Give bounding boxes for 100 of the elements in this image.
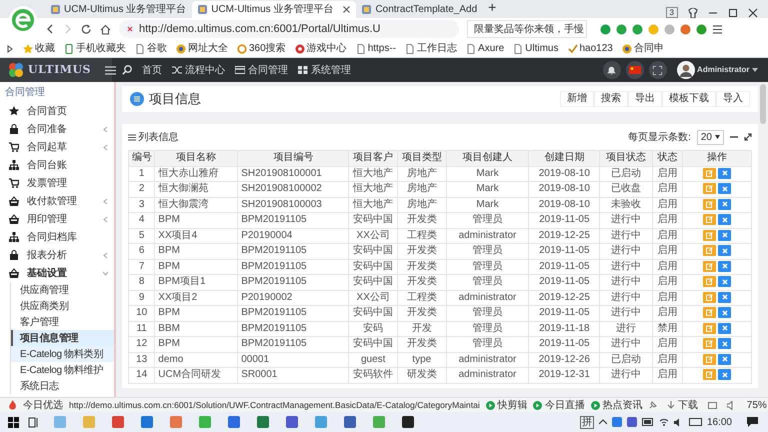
edit-button[interactable] [702,198,716,210]
edit-button[interactable] [702,260,716,272]
submenu-item[interactable]: 供应商类别 [11,298,114,314]
submenu-item[interactable]: 项目信息管理 [11,330,114,346]
edit-button[interactable] [702,338,716,350]
notification-button[interactable] [602,61,621,79]
close-icon[interactable] [343,6,350,13]
extension-icon[interactable] [616,24,627,34]
bookmark-link[interactable]: 工作日志 [405,41,458,56]
task-view-icon[interactable] [28,416,39,428]
page-size-select[interactable]: 20 [696,130,724,144]
extension-icon[interactable] [696,24,707,34]
bookmark-link[interactable]: Axure [466,41,504,56]
expand-icon[interactable] [744,133,752,141]
sidebar-item[interactable]: 合同归档库 [0,228,114,246]
extension-icon[interactable] [600,24,611,34]
menu-icon[interactable] [712,24,723,34]
delete-button[interactable] [718,276,732,288]
back-icon[interactable] [45,24,55,34]
edit-button[interactable] [702,292,716,303]
status-label[interactable]: 今日优选 [23,398,63,412]
bookmark-link[interactable]: 360搜索 [237,41,286,56]
sidebar-toggle-icon[interactable] [6,44,14,52]
toolbar-button[interactable]: 模板下载 [662,91,716,107]
status-link[interactable]: 热点资讯 [590,398,642,412]
bookmark-link[interactable]: 游戏中心 [294,41,347,56]
delete-button[interactable] [718,168,732,179]
status-link[interactable]: 今日直播 [533,398,585,412]
delete-button[interactable] [718,183,732,194]
search-field[interactable]: 限量奖品等你来领，手慢 [467,20,587,38]
maximize-icon[interactable] [728,8,738,18]
nav-link[interactable]: 系统管理 [298,62,351,78]
tab-count-badge[interactable]: 3 [666,7,678,18]
bookmark-link[interactable]: 网址大全 [176,41,228,56]
shirt-icon[interactable] [688,8,698,18]
sidebar-item[interactable]: 收付款管理 [0,192,114,210]
sidebar-item[interactable]: 发票管理 [0,174,114,192]
bookmark-link[interactable]: 手机收藏夹 [64,41,126,56]
bookmark-link[interactable]: 收藏 [23,41,55,56]
delete-button[interactable] [718,369,732,380]
reload-icon[interactable] [81,24,92,34]
edit-button[interactable] [702,354,716,365]
sidebar-item[interactable]: 合同起草 [0,138,114,156]
edit-button[interactable] [702,183,716,194]
delete-button[interactable] [718,214,732,226]
nav-link[interactable]: 合同管理 [235,62,288,78]
language-button[interactable] [626,61,644,79]
edit-button[interactable] [702,230,716,241]
app-icon[interactable] [228,416,240,428]
edit-button[interactable] [702,168,716,179]
bookmark-link[interactable]: 合同申 [622,41,664,56]
start-icon[interactable] [8,416,19,428]
sidebar-item[interactable]: 报表分析 [0,246,114,264]
toolbar-button[interactable]: 导出 [628,91,662,107]
extension-icon[interactable] [632,24,643,34]
tray-icon[interactable] [612,417,622,427]
fullscreen-button[interactable] [648,61,667,79]
submenu-item[interactable]: E-Catelog 物料类别 [11,346,114,362]
keyboard-icon[interactable] [688,418,702,426]
edit-button[interactable] [702,245,716,256]
toolbar-button[interactable]: 新增 [560,91,594,107]
delete-button[interactable] [718,322,732,334]
extension-icon[interactable] [648,24,659,34]
download-link[interactable]: 下载 [667,398,698,412]
chevron-up-icon[interactable] [598,419,607,425]
app-icon[interactable] [257,416,269,428]
app-icon[interactable] [286,416,298,428]
delete-button[interactable] [718,245,732,256]
extension-icon[interactable] [664,24,675,34]
delete-button[interactable] [718,292,732,303]
close-icon[interactable] [748,8,758,18]
edit-button[interactable] [702,369,716,380]
pin-icon[interactable] [648,400,658,410]
search-icon[interactable] [122,65,132,75]
browser-tab[interactable]: ContractTemplate_Add [356,1,484,18]
submenu-item[interactable]: 供应商管理 [11,282,114,298]
app-icon[interactable] [402,416,414,428]
nav-link[interactable]: 首页 [142,62,162,78]
sidebar-item[interactable]: 合同台账 [0,156,114,174]
sidebar-item[interactable]: 用印管理 [0,210,114,228]
home-icon[interactable] [100,24,111,34]
edit-button[interactable] [702,214,716,226]
toolbar-button[interactable]: 导入 [716,91,750,107]
zoom-level[interactable]: 75% [746,398,767,412]
edit-button[interactable] [702,322,716,334]
bookmark-link[interactable]: hao123 [568,41,613,56]
delete-button[interactable] [718,354,732,365]
app-icon[interactable] [344,416,356,428]
clock[interactable]: 16:00 [706,414,732,430]
sidebar-item[interactable]: 合同首页 [0,102,114,120]
delete-button[interactable] [718,260,732,272]
window-icon[interactable] [708,400,717,410]
user-menu[interactable]: Administrator [676,61,758,79]
toolbar-button[interactable]: 搜索 [594,91,628,107]
notification-icon[interactable] [747,417,758,427]
edit-button[interactable] [702,307,716,318]
submenu-item[interactable]: 客户管理 [11,314,114,330]
browser-tab[interactable]: UCM-Ultimus 业务管理平台 [192,1,356,18]
nav-link[interactable]: 流程中心 [172,62,225,78]
delete-button[interactable] [718,198,732,210]
